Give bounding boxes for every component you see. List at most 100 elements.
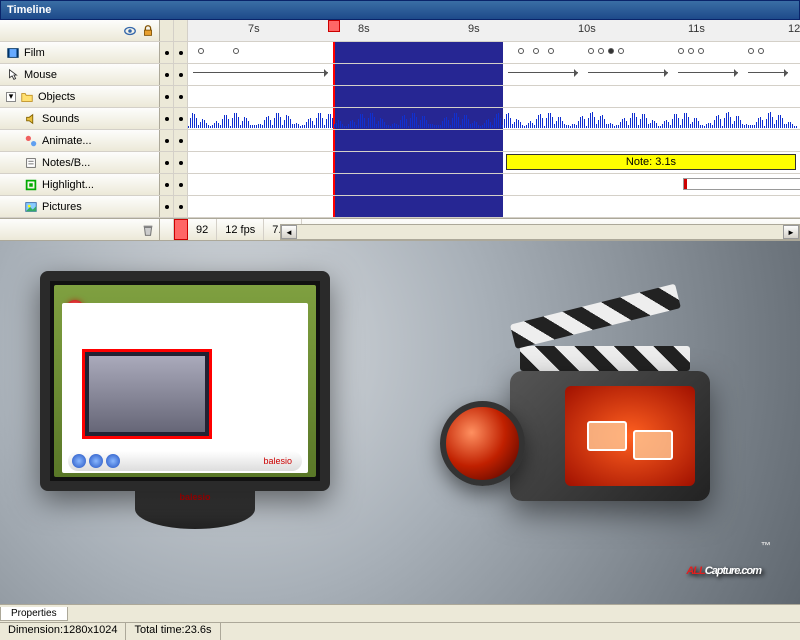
playhead-marker-bottom[interactable] xyxy=(174,219,188,240)
lock-dot[interactable] xyxy=(174,130,188,151)
tick: 11s xyxy=(688,23,705,35)
dimension-cell: Dimension:1280x1024 xyxy=(0,623,126,640)
tree-collapse-icon[interactable]: ▾ xyxy=(6,92,16,102)
vis-dot[interactable] xyxy=(160,130,174,151)
properties-tab[interactable]: Properties xyxy=(0,607,68,621)
camera-screen xyxy=(565,386,695,486)
track-name: Animate... xyxy=(42,135,92,147)
lock-dot[interactable] xyxy=(174,42,188,63)
eye-icon[interactable] xyxy=(123,24,137,38)
vis-dot[interactable] xyxy=(160,64,174,85)
lock-icon[interactable] xyxy=(141,24,155,38)
logo-part3: .com xyxy=(739,565,761,577)
camera-body xyxy=(510,371,710,501)
recording-selection xyxy=(82,349,212,439)
track-label[interactable]: Sounds xyxy=(0,108,160,129)
track-name: Sounds xyxy=(42,113,79,125)
animate-icon xyxy=(24,134,38,148)
pictures-track-content[interactable] xyxy=(188,196,800,217)
mouse-icon xyxy=(6,68,20,82)
playhead xyxy=(333,152,335,173)
tick: 12s xyxy=(788,23,800,35)
objects-track-content[interactable] xyxy=(188,86,800,107)
dimension-label: Dimension: xyxy=(8,624,63,636)
stop-icon xyxy=(106,454,120,468)
promo-area: RECORD balesio balesio xyxy=(0,241,800,604)
track-mouse[interactable]: Mouse xyxy=(0,64,800,86)
notes-icon xyxy=(24,156,38,170)
track-animate[interactable]: Animate... xyxy=(0,130,800,152)
selection-region xyxy=(333,174,503,195)
browser-mockup xyxy=(62,303,308,473)
track-label[interactable]: ▾ Objects xyxy=(0,86,160,107)
logo-part1: ALL xyxy=(686,565,704,577)
mouse-track-content[interactable] xyxy=(188,64,800,85)
track-film[interactable]: Film xyxy=(0,42,800,64)
timeline-ruler-row: 7s 8s 9s 10s 11s 12s xyxy=(0,20,800,42)
track-label[interactable]: Mouse xyxy=(0,64,160,85)
track-objects[interactable]: ▾ Objects xyxy=(0,86,800,108)
highlight-track-content[interactable] xyxy=(188,174,800,195)
playhead xyxy=(333,86,335,107)
dimension-value: 1280x1024 xyxy=(63,624,117,636)
animate-track-content[interactable] xyxy=(188,130,800,151)
monitor-stand: balesio xyxy=(135,489,255,529)
track-label[interactable]: Animate... xyxy=(0,130,160,151)
track-label[interactable]: Pictures xyxy=(0,196,160,217)
track-notes[interactable]: Notes/B... Note: 3.1s xyxy=(0,152,800,174)
film-track-content[interactable] xyxy=(188,42,800,63)
total-label: Total time: xyxy=(134,624,184,636)
ruler-dot1 xyxy=(160,20,174,41)
scroll-left-button[interactable]: ◄ xyxy=(281,225,297,239)
selection-region xyxy=(333,64,503,85)
tick: 10s xyxy=(578,23,596,35)
pause-icon xyxy=(89,454,103,468)
scroll-right-button[interactable]: ► xyxy=(783,225,799,239)
lock-dot[interactable] xyxy=(174,174,188,195)
lock-dot[interactable] xyxy=(174,108,188,129)
lock-dot[interactable] xyxy=(174,64,188,85)
playhead xyxy=(333,130,335,151)
mouse-span xyxy=(748,72,788,76)
track-highlight[interactable]: Highlight... xyxy=(0,174,800,196)
bottom-tabs: Properties xyxy=(0,604,800,622)
lock-dot[interactable] xyxy=(174,152,188,173)
track-label[interactable]: Highlight... xyxy=(0,174,160,195)
vis-dot[interactable] xyxy=(160,152,174,173)
track-label[interactable]: Film xyxy=(0,42,160,63)
selection-region xyxy=(333,196,503,217)
notes-track-content[interactable]: Note: 3.1s xyxy=(188,152,800,173)
vis-dot[interactable] xyxy=(160,196,174,217)
timeline-panel: 7s 8s 9s 10s 11s 12s Film xyxy=(0,20,800,241)
playhead-handle[interactable] xyxy=(328,20,340,32)
vis-dot[interactable] xyxy=(160,86,174,107)
vis-dot[interactable] xyxy=(160,174,174,195)
note-clip[interactable]: Note: 3.1s xyxy=(506,154,796,170)
playhead xyxy=(333,64,335,85)
timeline-ruler[interactable]: 7s 8s 9s 10s 11s 12s xyxy=(188,20,800,41)
timeline-scrollbar[interactable]: ◄ ► xyxy=(280,224,800,240)
playback-brand: balesio xyxy=(263,456,292,466)
mouse-span xyxy=(588,72,668,76)
track-sounds[interactable]: Sounds xyxy=(0,108,800,130)
status-spacer xyxy=(160,219,174,240)
mouse-span xyxy=(193,72,328,76)
track-name: Pictures xyxy=(42,201,82,213)
clapperboard-icon xyxy=(520,311,690,371)
pictures-icon xyxy=(24,200,38,214)
sounds-track-content[interactable] xyxy=(188,108,800,129)
selection-region xyxy=(333,86,503,107)
track-label[interactable]: Notes/B... xyxy=(0,152,160,173)
trash-icon[interactable] xyxy=(141,223,155,237)
keyframes xyxy=(188,48,800,56)
vis-dot[interactable] xyxy=(160,42,174,63)
track-name: Film xyxy=(24,47,45,59)
track-pictures[interactable]: Pictures xyxy=(0,196,800,218)
logo-part2: Capture xyxy=(705,565,740,577)
playhead xyxy=(333,196,335,217)
highlight-clip[interactable] xyxy=(683,178,800,190)
ruler-dot2 xyxy=(174,20,188,41)
lock-dot[interactable] xyxy=(174,86,188,107)
lock-dot[interactable] xyxy=(174,196,188,217)
vis-dot[interactable] xyxy=(160,108,174,129)
